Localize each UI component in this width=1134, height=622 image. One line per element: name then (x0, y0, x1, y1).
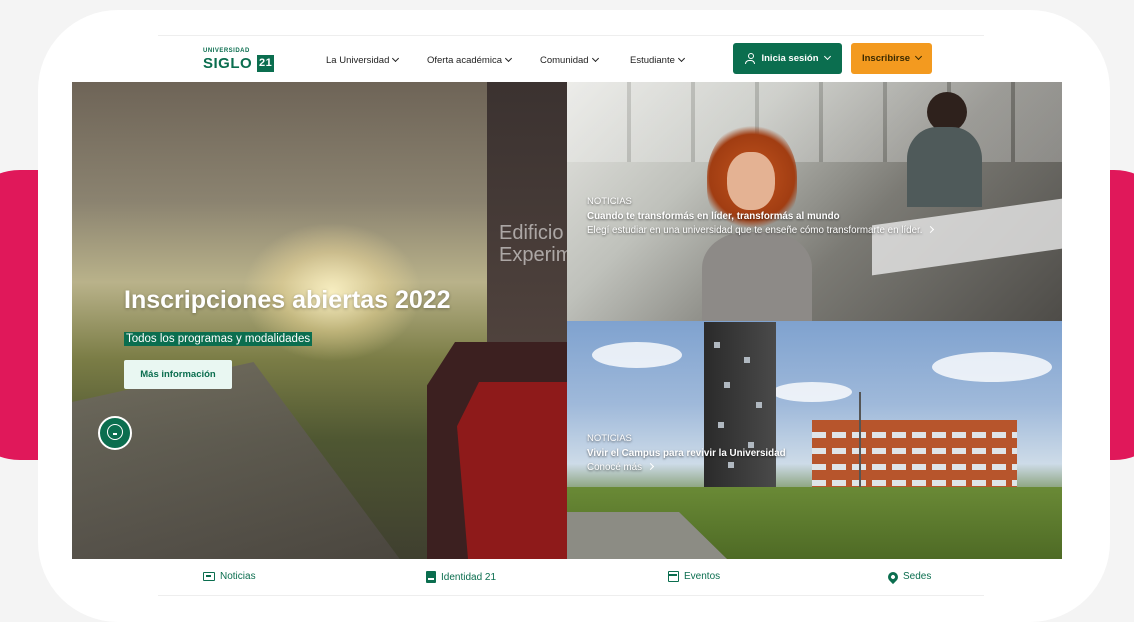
hero-subtitle: Todos los programas y modalidades (124, 332, 313, 346)
nav-item-comunidad[interactable]: Comunidad (540, 54, 599, 66)
chevron-down-icon (504, 54, 513, 63)
nav-item-label: Comunidad (540, 55, 589, 66)
office-windows (567, 82, 1062, 162)
lamp-post-image (859, 392, 861, 502)
student-body-image (702, 232, 812, 322)
cloud-image (592, 342, 682, 368)
more-info-button[interactable]: Más información (124, 360, 232, 389)
nav-item-label: Oferta académica (427, 55, 502, 66)
news-description-text: Elegí estudiar en una universidad que te… (587, 225, 923, 236)
news-card-2-text: NOTICIAS Vivir el Campus para revivir la… (587, 432, 786, 476)
logo-badge: 21 (257, 55, 275, 72)
bottom-nav-label: Eventos (684, 571, 721, 582)
logo-main-text: SIGLO (203, 54, 253, 72)
news-title[interactable]: Vivir el Campus para revivir la Universi… (587, 447, 786, 462)
learn-more-text: Conocé más (587, 462, 642, 473)
bottom-nav-noticias[interactable]: Noticias (203, 571, 256, 582)
news-label: NOTICIAS (587, 196, 632, 207)
enroll-button-label: Inscribirse (861, 53, 911, 64)
nav-item-label: La Universidad (326, 55, 390, 66)
news-card-1-text: NOTICIAS Cuando te transformás en líder,… (587, 195, 935, 239)
site-header: UNIVERSIDAD SIGLO 21 La Universidad Ofer… (158, 35, 984, 83)
nav-item-oferta-academica[interactable]: Oferta académica (427, 54, 513, 66)
id-card-icon (426, 571, 436, 583)
brick-building-image (812, 420, 1017, 492)
location-pin-icon (885, 569, 901, 584)
nav-item-la-universidad[interactable]: La Universidad (326, 54, 400, 66)
learn-more-link[interactable]: Conocé más (587, 461, 786, 476)
bottom-nav-label: Noticias (220, 571, 256, 582)
calendar-icon (668, 571, 679, 582)
logo-subtitle: UNIVERSIDAD (203, 48, 250, 54)
browser-frame: UNIVERSIDAD SIGLO 21 La Universidad Ofer… (38, 10, 1110, 622)
newspaper-icon (203, 572, 215, 581)
news-description[interactable]: Elegí estudiar en una universidad que te… (587, 224, 935, 239)
bottom-nav-label: Identidad 21 (441, 571, 497, 583)
chat-icon[interactable] (98, 416, 132, 450)
bottom-nav: Noticias Identidad 21 Eventos Sedes (158, 559, 984, 596)
chevron-down-icon (392, 54, 400, 63)
hero-section: Edificio Experim Inscripciones abiertas … (72, 82, 1062, 559)
bottom-nav-sedes[interactable]: Sedes (885, 569, 932, 584)
building-sign-text: Edificio Experim (499, 222, 569, 266)
nav-item-estudiante[interactable]: Estudiante (630, 54, 685, 66)
enroll-button[interactable]: Inscribirse (851, 43, 932, 74)
chevron-down-icon (591, 54, 599, 63)
chevron-right-icon (646, 462, 655, 471)
nav-item-label: Estudiante (630, 55, 675, 66)
user-icon (745, 53, 756, 64)
site-logo[interactable]: UNIVERSIDAD SIGLO 21 (203, 48, 275, 72)
login-button[interactable]: Inicia sesión (733, 43, 842, 74)
bottom-nav-eventos[interactable]: Eventos (668, 571, 720, 582)
bottom-nav-identidad[interactable]: Identidad 21 (426, 571, 496, 583)
login-button-label: Inicia sesión (761, 53, 819, 64)
chevron-down-icon (914, 52, 923, 61)
chevron-down-icon (677, 54, 685, 63)
cloud-image (932, 352, 1052, 382)
news-label: NOTICIAS (587, 433, 632, 444)
chevron-right-icon (927, 225, 935, 234)
logo-wordmark: SIGLO 21 (203, 54, 275, 72)
red-sculpture-face (457, 382, 567, 559)
hero-title: Inscripciones abiertas 2022 (124, 286, 451, 314)
person-head-image (927, 92, 967, 132)
header-divider (158, 35, 984, 36)
chevron-down-icon (823, 52, 831, 61)
cloud-image (772, 382, 852, 402)
news-title[interactable]: Cuando te transformás en líder, transfor… (587, 210, 933, 225)
bottom-nav-label: Sedes (903, 571, 932, 582)
